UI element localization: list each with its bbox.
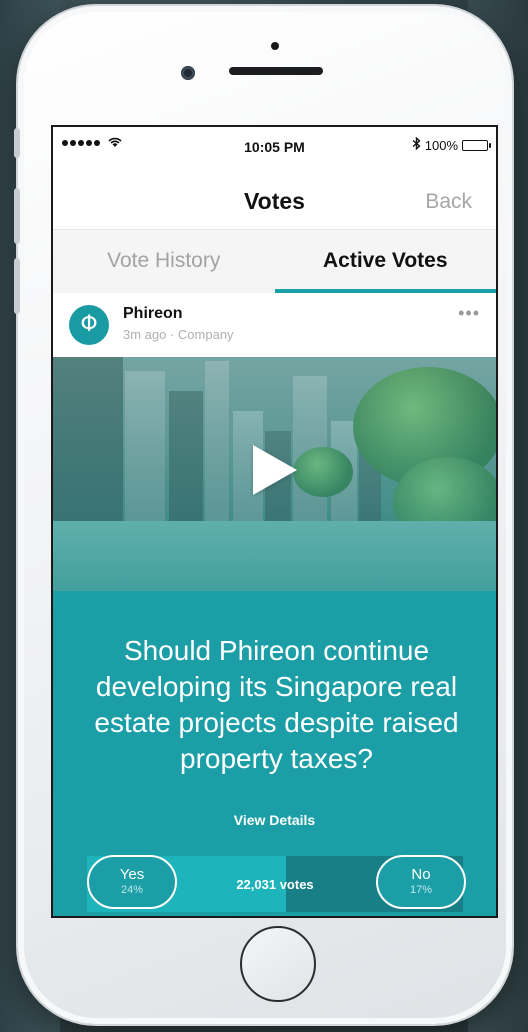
mute-switch	[14, 128, 20, 158]
home-button[interactable]	[240, 926, 316, 1002]
bluetooth-icon	[412, 136, 421, 153]
video-thumbnail[interactable]	[53, 357, 496, 591]
vote-question-panel: Should Phireon continue developing its S…	[53, 591, 496, 916]
post-author[interactable]: Phireon	[123, 305, 183, 323]
yes-percent: 24%	[120, 884, 144, 896]
yes-label: Yes	[119, 866, 145, 883]
tab-vote-history[interactable]: Vote History	[53, 230, 275, 293]
volume-up-button	[14, 188, 20, 244]
earpiece-speaker	[229, 67, 323, 75]
company-avatar[interactable]: Φ	[69, 305, 109, 345]
battery-icon	[462, 139, 491, 151]
vote-question: Should Phireon continue developing its S…	[94, 635, 459, 774]
navigation-bar: Votes Back	[53, 171, 496, 227]
back-button[interactable]: Back	[425, 190, 472, 214]
no-percent: 17%	[409, 884, 433, 896]
vote-yes-button[interactable]: Yes 24%	[87, 855, 177, 909]
phone-screen: 10:05 PM 100% Votes Back Vote History Ac…	[51, 125, 498, 918]
vote-no-button[interactable]: No 17%	[376, 855, 466, 909]
post-meta: 3m ago · Company	[123, 327, 234, 342]
tab-bar: Vote History Active Votes	[53, 229, 496, 293]
post-header: Φ Phireon 3m ago · Company •••	[53, 293, 496, 357]
front-sensor	[271, 42, 279, 50]
play-icon[interactable]	[253, 445, 297, 495]
battery-percent: 100%	[424, 137, 458, 153]
no-label: No	[411, 866, 431, 883]
status-bar: 10:05 PM 100%	[53, 127, 496, 165]
volume-down-button	[14, 258, 20, 314]
tab-active-votes[interactable]: Active Votes	[275, 230, 497, 293]
front-camera	[181, 66, 195, 80]
battery-status: 100%	[412, 136, 491, 153]
view-details-link[interactable]: View Details	[53, 812, 496, 828]
more-options-icon[interactable]: •••	[458, 303, 480, 324]
